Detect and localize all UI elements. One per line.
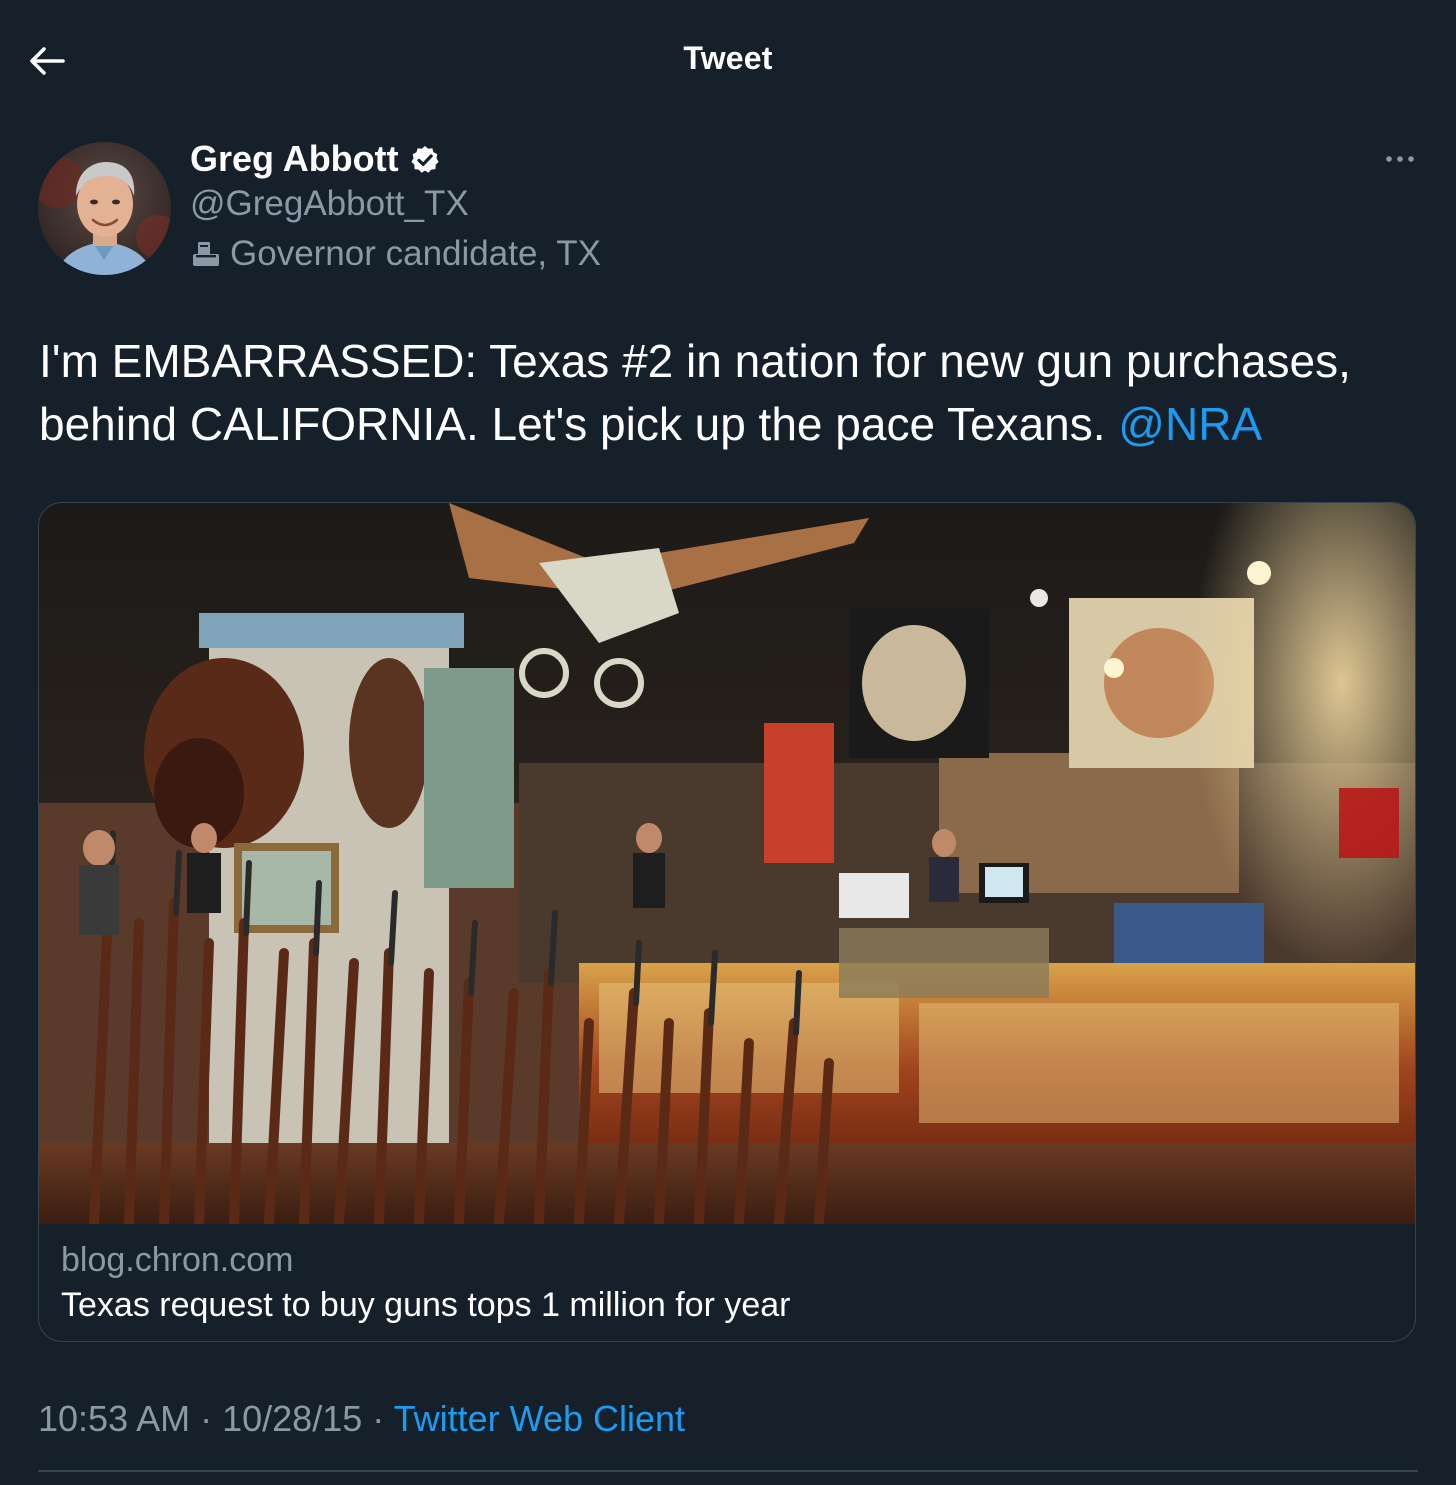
page-title: Tweet (683, 40, 773, 76)
meta-separator: · (190, 1398, 223, 1439)
top-bar: Tweet (0, 0, 1456, 125)
link-preview-card[interactable]: blog.chron.com Texas request to buy guns… (38, 502, 1416, 1342)
avatar[interactable] (38, 142, 171, 275)
card-title: Texas request to buy guns tops 1 million… (61, 1286, 791, 1324)
tweet-source-link[interactable]: Twitter Web Client (394, 1398, 685, 1439)
card-domain: blog.chron.com (61, 1241, 294, 1279)
tweet-date[interactable]: 10/28/15 (222, 1398, 362, 1439)
divider (38, 1470, 1418, 1472)
more-options-button[interactable] (1378, 140, 1422, 180)
author-name-text: Greg Abbott (190, 138, 399, 179)
author-handle[interactable]: @GregAbbott_TX (190, 184, 469, 224)
verified-badge-icon (409, 143, 441, 175)
mention-link[interactable]: @NRA (1118, 398, 1262, 450)
tweet-text: I'm EMBARRASSED: Texas #2 in nation for … (39, 330, 1419, 456)
tweet-metadata: 10:53 AM · 10/28/15 · Twitter Web Client (38, 1398, 685, 1440)
account-label: Governor candidate, TX (190, 234, 601, 274)
meta-separator: · (362, 1398, 394, 1439)
author-name[interactable]: Greg Abbott (190, 138, 441, 180)
tweet-time[interactable]: 10:53 AM (38, 1398, 190, 1439)
card-image (39, 503, 1415, 1224)
ballot-box-icon (190, 238, 222, 270)
more-horizontal-icon (1384, 151, 1416, 169)
account-label-text: Governor candidate, TX (230, 234, 601, 273)
